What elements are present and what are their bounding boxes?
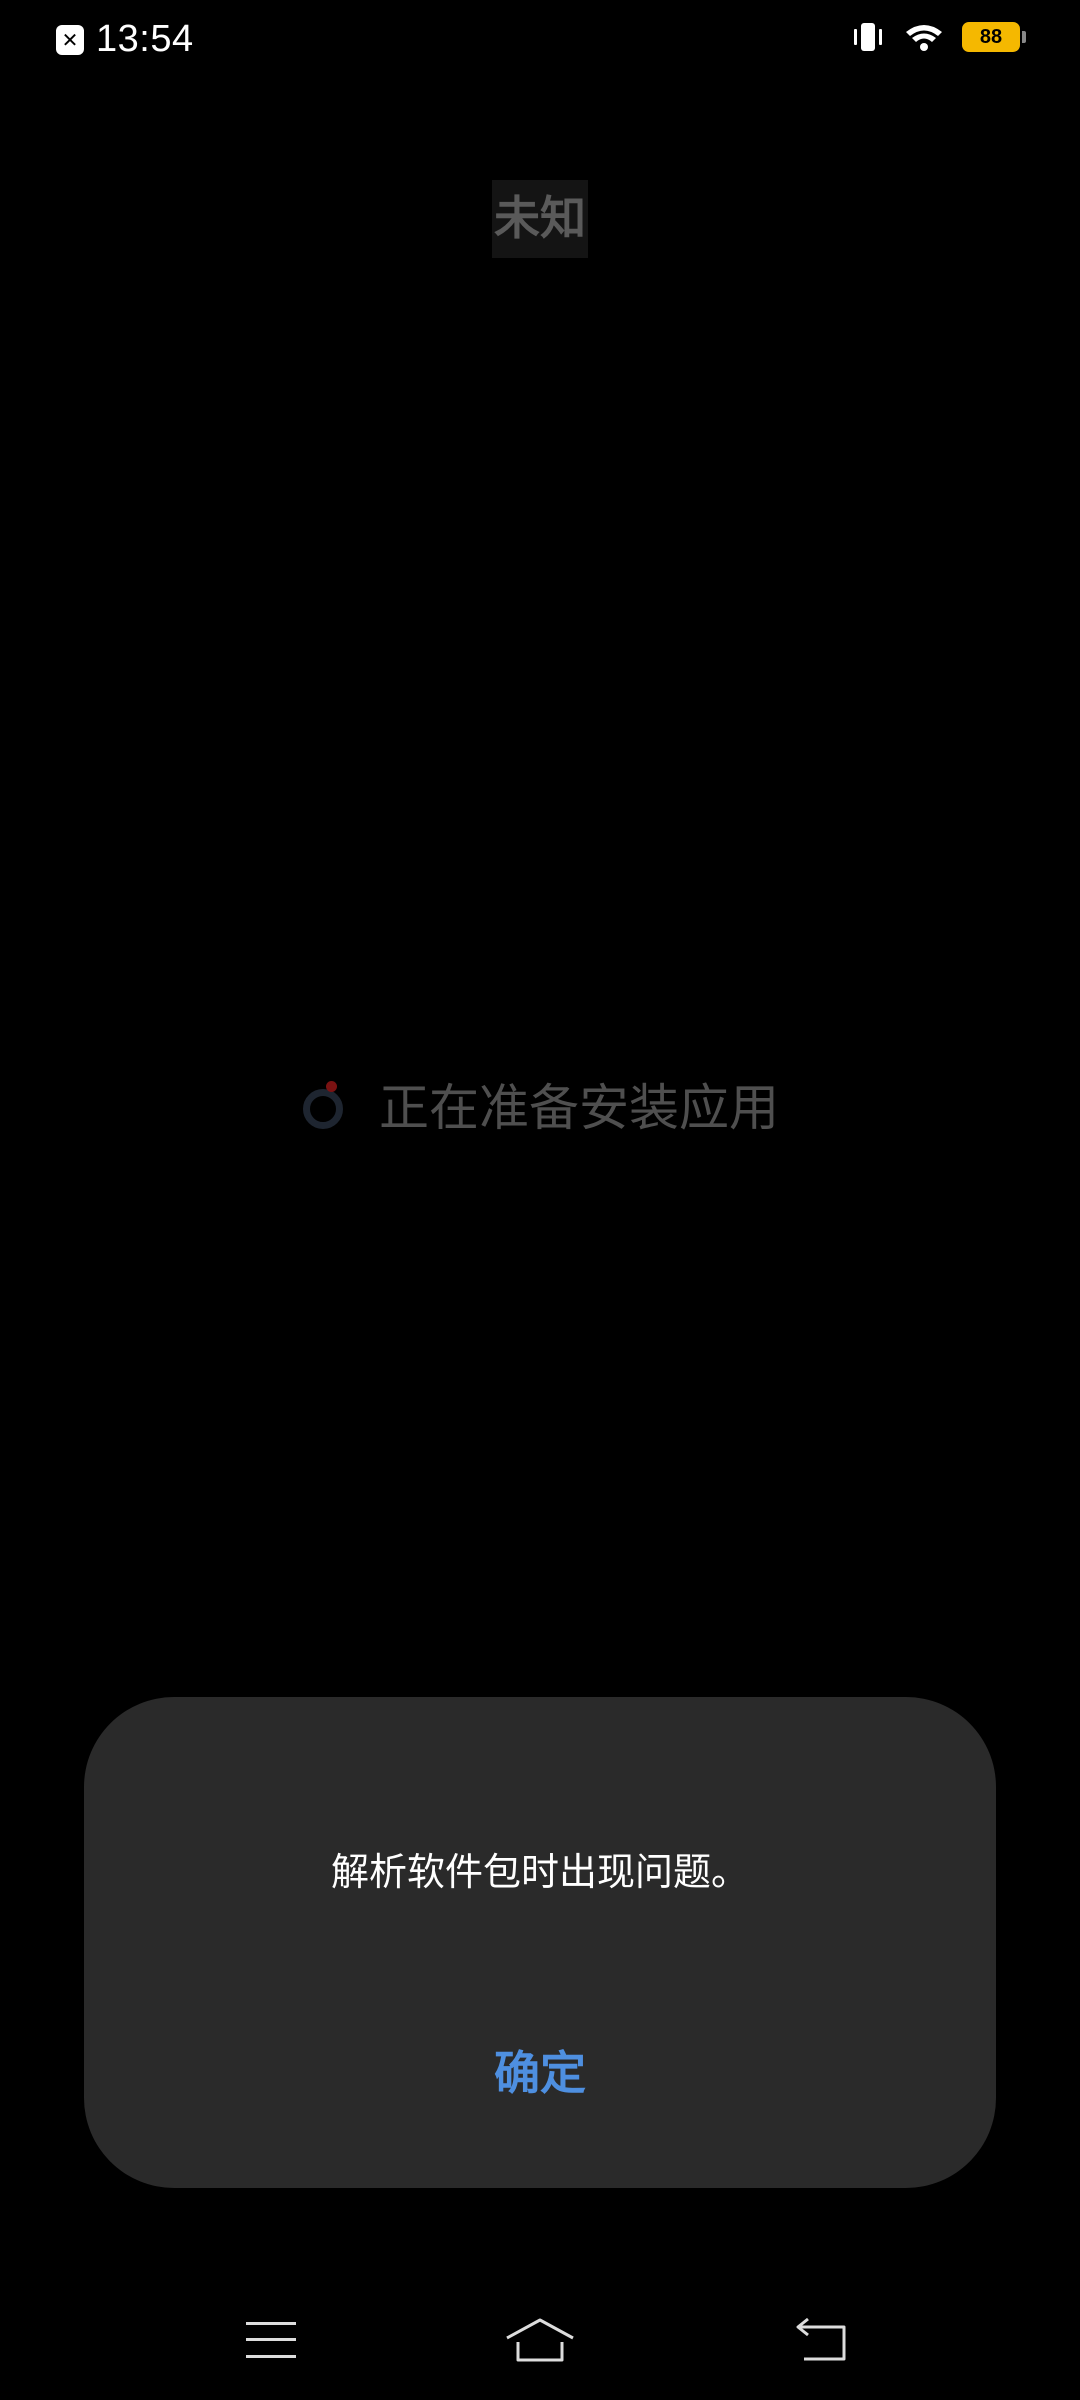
home-icon (506, 2318, 574, 2362)
navigation-bar (0, 2300, 1080, 2400)
wifi-icon (906, 25, 942, 51)
error-dialog: 解析软件包时出现问题。 确定 (84, 1697, 996, 2188)
back-icon (796, 2317, 846, 2361)
menu-icon (246, 2322, 296, 2358)
loading-spinner-icon (301, 1081, 347, 1129)
notification-x-icon: ✕ (56, 24, 84, 55)
install-progress: 正在准备安装应用 (0, 1068, 1080, 1140)
status-bar-right: 88 (850, 22, 1026, 52)
status-bar: ✕ 13:54 88 (0, 0, 1080, 84)
vibrate-icon (854, 23, 882, 51)
menu-button[interactable] (231, 2300, 311, 2380)
dialog-message: 解析软件包时出现问题。 (330, 1850, 749, 1894)
ok-button[interactable]: 确定 (494, 2037, 586, 2103)
home-button[interactable] (500, 2300, 580, 2380)
status-bar-left: ✕ 13:54 (56, 18, 194, 61)
app-title: 未知 (0, 180, 1080, 258)
status-time: 13:54 (96, 18, 194, 60)
back-button[interactable] (782, 2300, 862, 2380)
progress-text: 正在准备安装应用 (379, 1079, 779, 1137)
battery-icon: 88 (962, 22, 1026, 52)
app-title-text: 未知 (492, 180, 588, 258)
battery-level: 88 (979, 25, 1003, 48)
